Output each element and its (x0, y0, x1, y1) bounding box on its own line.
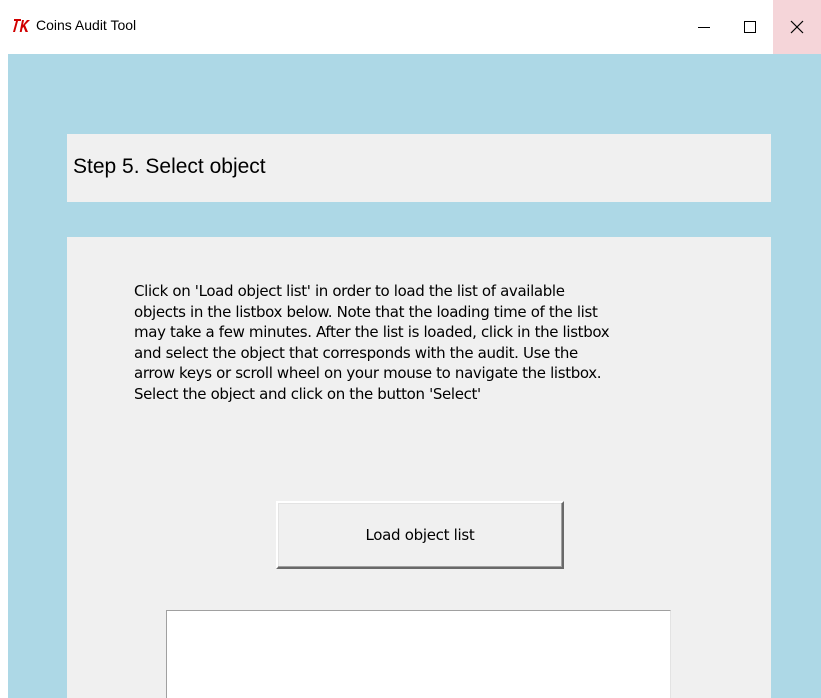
close-button[interactable] (773, 0, 821, 54)
tk-feather-icon (13, 19, 30, 32)
close-icon (790, 20, 804, 34)
minimize-button[interactable] (681, 0, 727, 54)
maximize-button[interactable] (727, 0, 773, 54)
maximize-icon (744, 21, 756, 33)
client-area: Step 5. Select object Click on 'Load obj… (8, 54, 821, 698)
title-bar[interactable]: Coins Audit Tool (0, 0, 821, 54)
load-object-list-button[interactable]: Load object list (276, 501, 564, 569)
object-listbox[interactable] (166, 610, 671, 698)
instructions-text: Click on 'Load object list' in order to … (134, 282, 610, 403)
app-window: Coins Audit Tool Step 5. Select object C… (0, 0, 821, 698)
minimize-icon (698, 27, 710, 28)
window-title: Coins Audit Tool (36, 17, 137, 33)
step-title: Step 5. Select object (73, 155, 266, 178)
step-header-panel: Step 5. Select object (67, 134, 771, 202)
content-panel: Click on 'Load object list' in order to … (67, 237, 771, 698)
